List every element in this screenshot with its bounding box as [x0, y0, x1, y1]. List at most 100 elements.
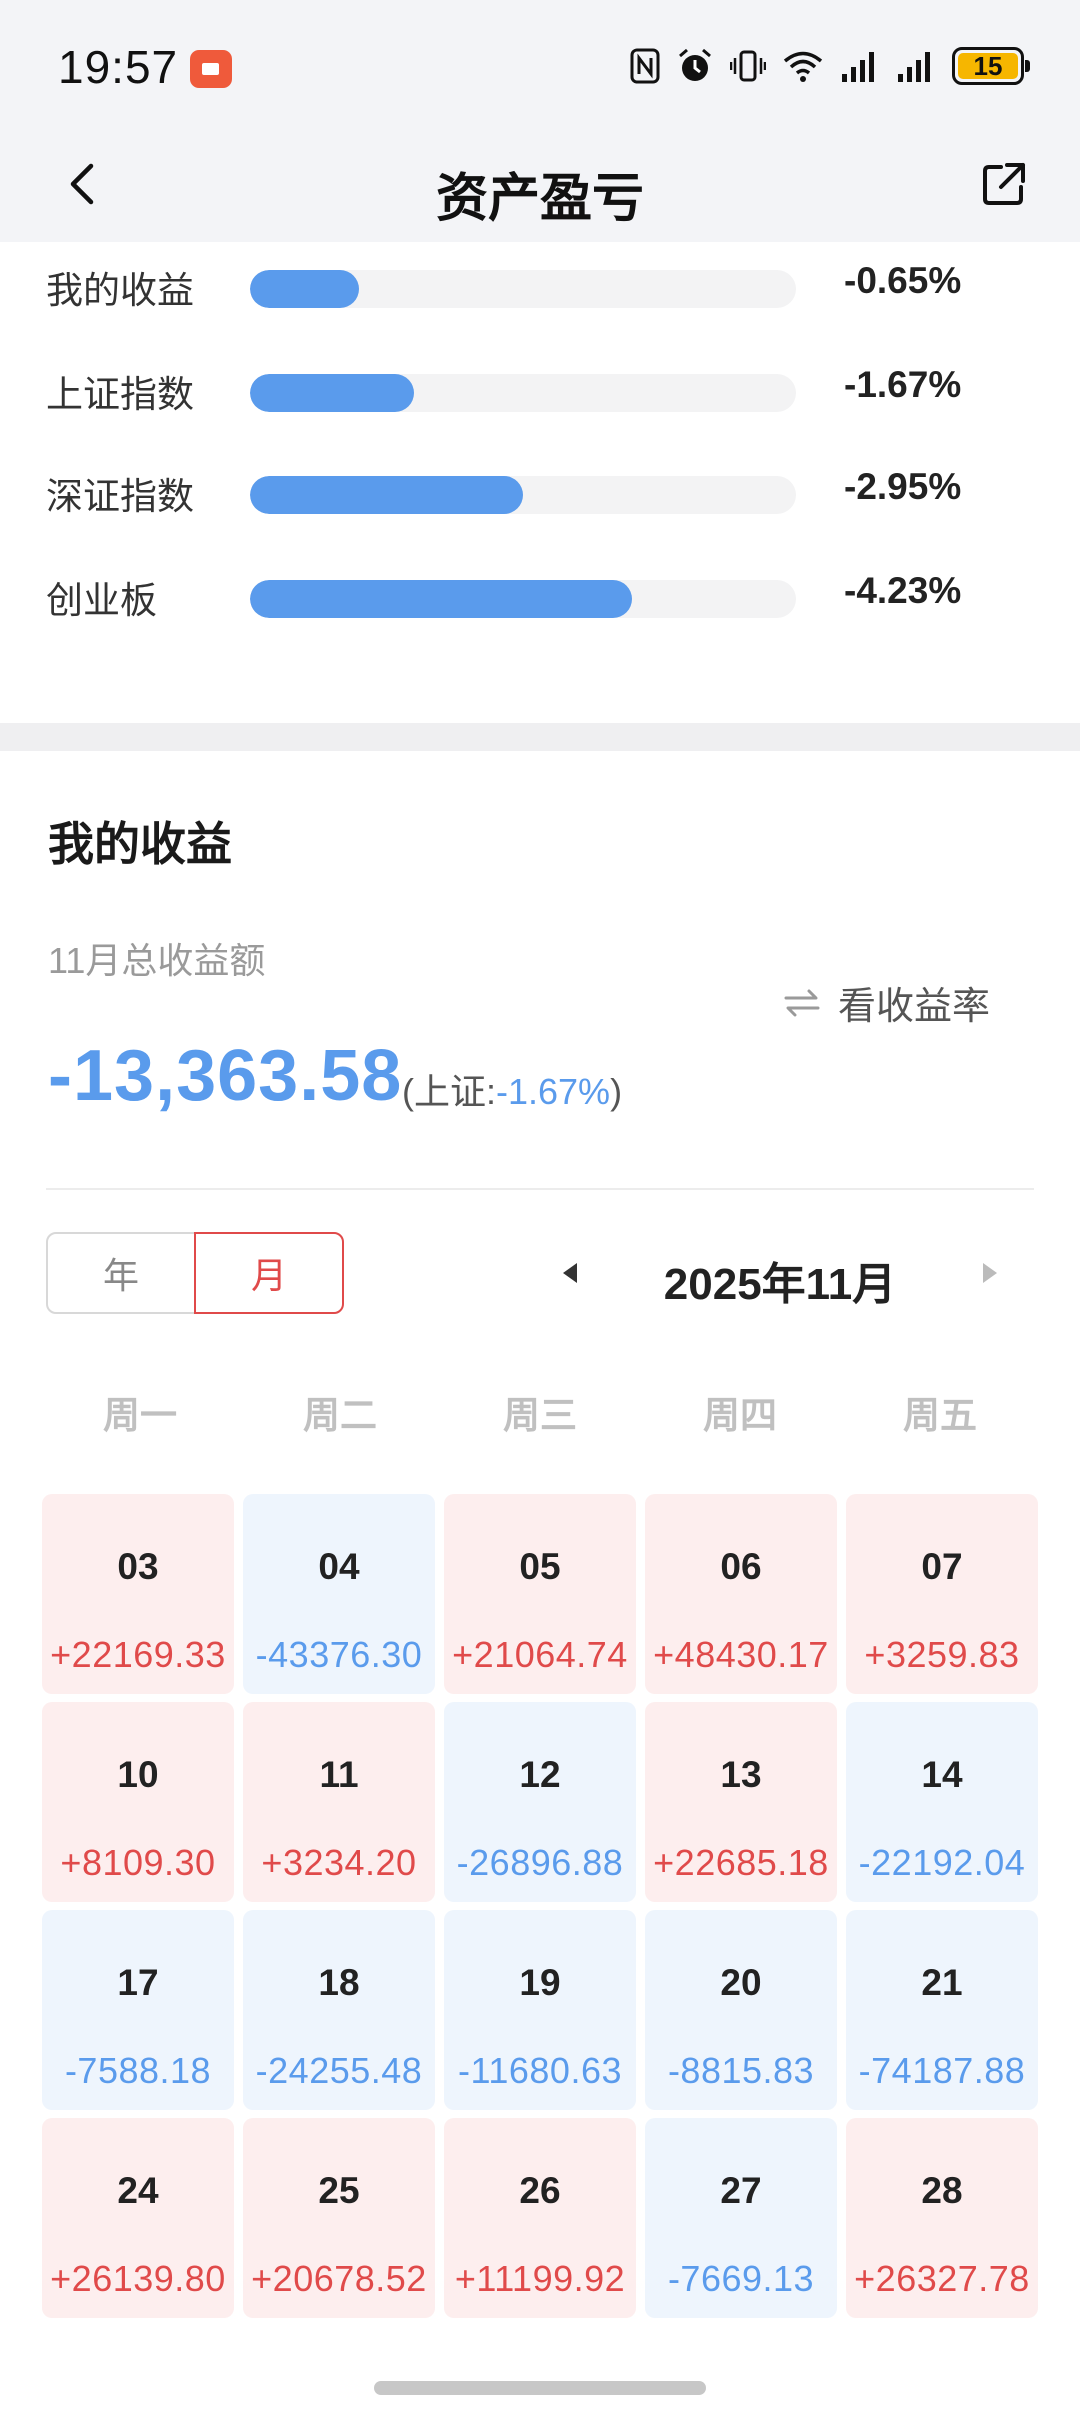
calendar-day-number: 14	[921, 1754, 963, 1795]
comparison-label: 创业板	[46, 580, 157, 621]
comparison-value: -2.95%	[844, 466, 962, 507]
calendar-day-number: 18	[318, 1962, 360, 2003]
calendar-day-profit: +20678.52	[251, 2258, 427, 2299]
calendar-day-number: 25	[318, 2170, 360, 2211]
calendar-day-cell[interactable]: 14 -22192.04	[846, 1702, 1038, 1902]
calendar-day-cell[interactable]: 17 -7588.18	[42, 1910, 234, 2110]
calendar-day-profit: +21064.74	[452, 1634, 628, 1675]
calendar-day-cell[interactable]: 07 +3259.83	[846, 1494, 1038, 1694]
calendar-day-cell[interactable]: 04 -43376.30	[243, 1494, 435, 1694]
section-title: 我的收益	[48, 818, 232, 870]
tab-month[interactable]: 月	[194, 1232, 344, 1314]
calendar-day-number: 20	[720, 1962, 762, 2003]
weekday-label: 周五	[903, 1395, 977, 1436]
calendar-day-cell[interactable]: 19 -11680.63	[444, 1910, 636, 2110]
calendar-day-cell[interactable]: 11 +3234.20	[243, 1702, 435, 1902]
comparison-label: 上证指数	[46, 374, 194, 415]
calendar-day-number: 21	[921, 1962, 963, 2003]
calendar-day-number: 27	[720, 2170, 762, 2211]
calendar-day-number: 28	[921, 2170, 963, 2211]
status-bar: 19:57 15	[0, 0, 1080, 130]
index-compare-suffix: )	[610, 1071, 623, 1112]
calendar-day-profit: -43376.30	[255, 1634, 423, 1675]
calendar-day-cell[interactable]: 24 +26139.80	[42, 2118, 234, 2318]
nfc-icon	[630, 46, 660, 86]
calendar-day-profit: -24255.48	[255, 2050, 423, 2091]
comparison-row: 创业板 -4.23%	[0, 564, 1080, 624]
next-month-button[interactable]	[970, 1238, 1010, 1308]
calendar-day-profit: -74187.88	[858, 2050, 1026, 2091]
calendar-day-profit: -7669.13	[667, 2258, 815, 2299]
month-total-amount: -13,363.58	[48, 1036, 403, 1116]
comparison-value: -4.23%	[844, 570, 962, 611]
calendar-day-profit: +3234.20	[261, 1842, 417, 1883]
toggle-rate-label: 看收益率	[838, 986, 991, 1028]
calendar-day-profit: +26327.78	[854, 2258, 1030, 2299]
comparison-bar-fill	[250, 270, 360, 308]
toggle-rate-button[interactable]: 看收益率	[784, 975, 990, 1030]
calendar-day-number: 12	[519, 1754, 561, 1795]
comparison-bar-track	[250, 374, 796, 412]
battery-level: 15	[958, 51, 1018, 81]
calendar-day-number: 11	[319, 1754, 359, 1795]
calendar-day-number: 04	[318, 1546, 360, 1587]
tab-year[interactable]: 年	[46, 1232, 196, 1314]
comparison-row: 上证指数 -1.67%	[0, 358, 1080, 418]
calendar-day-profit: +26139.80	[50, 2258, 226, 2299]
comparison-row: 我的收益 -0.65%	[0, 254, 1080, 314]
comparison-bar-fill	[250, 580, 633, 618]
status-icons: 15	[630, 46, 1030, 86]
calendar-day-profit: -11680.63	[458, 2050, 622, 2091]
calendar-day-number: 07	[921, 1546, 963, 1587]
index-compare-value: -1.67%	[496, 1071, 611, 1112]
calendar-day-profit: +48430.17	[653, 1634, 829, 1675]
calendar-day-cell[interactable]: 05 +21064.74	[444, 1494, 636, 1694]
comparison-label: 深证指数	[46, 476, 194, 517]
weekday-label: 周二	[303, 1395, 377, 1436]
calendar-grid: 03 +22169.33 04 -43376.30 05 +21064.74 06 +4843…	[42, 1494, 1040, 2318]
comparison-bar-track	[250, 270, 796, 308]
prev-month-button[interactable]	[550, 1238, 590, 1308]
month-total-label: 11月总收益额	[48, 940, 266, 981]
calendar-day-cell[interactable]: 18 -24255.48	[243, 1910, 435, 2110]
weekday-label: 周一	[103, 1395, 177, 1436]
caret-right-icon	[983, 1263, 997, 1283]
calendar-day-profit: +3259.83	[864, 1634, 1020, 1675]
current-month-label: 2025年11月	[663, 1260, 897, 1309]
calendar-day-cell[interactable]: 10 +8109.30	[42, 1702, 234, 1902]
home-indicator[interactable]	[374, 2381, 706, 2395]
comparison-label: 我的收益	[46, 270, 194, 311]
comparison-bar-fill	[250, 374, 414, 412]
battery-icon: 15	[952, 47, 1030, 85]
calendar-day-profit: -26896.88	[456, 1842, 624, 1883]
calendar-day-cell[interactable]: 20 -8815.83	[645, 1910, 837, 2110]
nav-bar: 资产盈亏	[0, 130, 1080, 242]
index-compare-prefix: (上证:	[402, 1071, 496, 1112]
calendar-day-cell[interactable]: 12 -26896.88	[444, 1702, 636, 1902]
screen-record-icon	[190, 50, 232, 88]
calendar-day-cell[interactable]: 26 +11199.92	[444, 2118, 636, 2318]
calendar-day-number: 19	[519, 1962, 561, 2003]
calendar-day-number: 17	[117, 1962, 159, 2003]
calendar-day-profit: +22169.33	[50, 1634, 226, 1675]
external-share-icon	[983, 163, 1025, 205]
calendar-day-profit: -8815.83	[667, 2050, 815, 2091]
index-compare: (上证:-1.67%)	[402, 1063, 622, 1115]
weekday-label: 周四	[703, 1395, 777, 1436]
calendar-day-number: 24	[117, 2170, 159, 2211]
calendar-day-cell[interactable]: 27 -7669.13	[645, 2118, 837, 2318]
comparison-value: -0.65%	[844, 260, 962, 301]
calendar-day-profit: +11199.92	[454, 2258, 626, 2299]
share-button[interactable]	[972, 152, 1036, 216]
calendar-day-cell[interactable]: 06 +48430.17	[645, 1494, 837, 1694]
calendar-day-number: 03	[117, 1546, 159, 1587]
alarm-icon	[676, 46, 714, 86]
comparison-value: -1.67%	[844, 364, 962, 405]
calendar-day-cell[interactable]: 13 +22685.18	[645, 1702, 837, 1902]
calendar-day-cell[interactable]: 03 +22169.33	[42, 1494, 234, 1694]
calendar-day-cell[interactable]: 28 +26327.78	[846, 2118, 1038, 2318]
calendar-day-cell[interactable]: 21 -74187.88	[846, 1910, 1038, 2110]
calendar-day-cell[interactable]: 25 +20678.52	[243, 2118, 435, 2318]
calendar-day-profit: -22192.04	[858, 1842, 1026, 1883]
swap-icon	[784, 989, 820, 1016]
